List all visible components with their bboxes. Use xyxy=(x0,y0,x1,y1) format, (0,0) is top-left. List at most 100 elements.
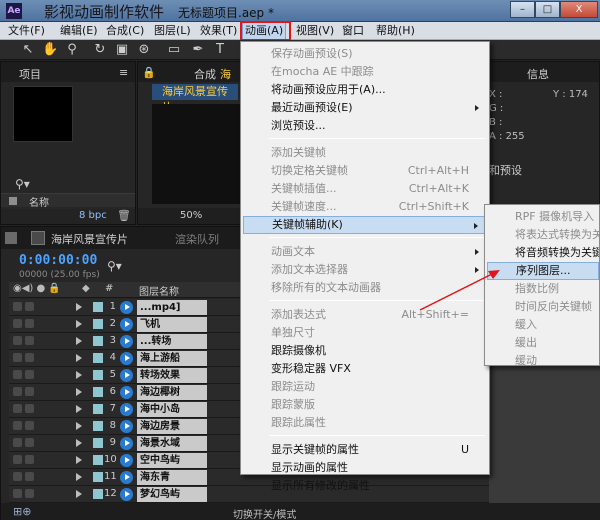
animation-menu-item[interactable]: 浏览预设... xyxy=(243,117,487,135)
animation-menu-item[interactable]: 最近动画预设(E) xyxy=(243,99,487,117)
keyframe-submenu-item[interactable]: 序列图层... xyxy=(487,262,599,280)
audio-switch-icon[interactable] xyxy=(25,438,34,447)
bit-depth-button[interactable]: 8 bpc xyxy=(79,210,107,221)
expand-layer-icon[interactable] xyxy=(76,337,82,345)
expand-layer-icon[interactable] xyxy=(76,371,82,379)
layer-name[interactable]: 转场效果 xyxy=(137,368,207,383)
menu-composition[interactable]: 合成(C) xyxy=(104,24,146,38)
comp-flowchart-icon[interactable]: ⊞⊕ xyxy=(13,505,31,518)
layer-label-color[interactable] xyxy=(93,370,103,380)
audio-switch-icon[interactable] xyxy=(25,404,34,413)
animation-menu-item[interactable]: 显示所有修改的属性 xyxy=(243,477,487,495)
layer-name[interactable]: 飞机 xyxy=(137,317,207,332)
expand-layer-icon[interactable] xyxy=(76,388,82,396)
hand-tool-icon[interactable]: ✋ xyxy=(42,42,58,58)
layer-name[interactable]: 海东青 xyxy=(137,470,207,485)
comp-name-field[interactable]: 海岸风景宣传片 xyxy=(152,84,238,114)
video-switch-icon[interactable] xyxy=(13,302,22,311)
trash-icon[interactable]: 🗑 xyxy=(117,209,131,222)
maximize-button[interactable]: □ xyxy=(535,1,560,18)
audio-switch-icon[interactable] xyxy=(25,455,34,464)
zoom-tool-icon[interactable]: ⚲ xyxy=(64,42,80,58)
layer-label-color[interactable] xyxy=(93,336,103,346)
audio-switch-icon[interactable] xyxy=(25,472,34,481)
menu-file[interactable]: 文件(F) xyxy=(6,24,47,38)
minimize-button[interactable]: – xyxy=(510,1,535,18)
render-queue-tab[interactable]: 渲染队列 xyxy=(175,231,219,247)
layer-name[interactable]: 海景水域 xyxy=(137,436,207,451)
audio-switch-icon[interactable] xyxy=(25,319,34,328)
audio-switch-icon[interactable] xyxy=(25,421,34,430)
menu-edit[interactable]: 编辑(E) xyxy=(58,24,100,38)
video-switch-icon[interactable] xyxy=(13,421,22,430)
expand-layer-icon[interactable] xyxy=(76,405,82,413)
expand-layer-icon[interactable] xyxy=(76,354,82,362)
camera-tool-icon[interactable]: ▣ xyxy=(114,42,130,58)
timeline-search-icon[interactable]: ⚲▾ xyxy=(107,259,122,273)
pan-behind-tool-icon[interactable]: ⊛ xyxy=(136,42,152,58)
video-switch-icon[interactable] xyxy=(13,472,22,481)
current-time-display[interactable]: 0:00:00:00 xyxy=(19,253,97,268)
menu-window[interactable]: 窗口 xyxy=(340,24,366,38)
layer-label-color[interactable] xyxy=(93,302,103,312)
animation-menu-item[interactable]: 关键帧辅助(K) xyxy=(243,216,487,234)
video-switch-icon[interactable] xyxy=(13,438,22,447)
layer-name[interactable]: 空中鸟屿 xyxy=(137,453,207,468)
layer-name[interactable]: 梦幻鸟屿 xyxy=(137,487,207,502)
pen-tool-icon[interactable]: ✒ xyxy=(190,42,206,58)
layer-name[interactable]: 海边房景 xyxy=(137,419,207,434)
toggle-switches-modes-button[interactable]: 切换开关/模式 xyxy=(233,506,296,520)
audio-switch-icon[interactable] xyxy=(25,370,34,379)
project-tab[interactable]: 项目 xyxy=(19,66,41,82)
layer-label-color[interactable] xyxy=(93,387,103,397)
expand-layer-icon[interactable] xyxy=(76,473,82,481)
keyframe-submenu-item[interactable]: 将音频转换为关键帧 xyxy=(487,244,599,262)
layer-label-color[interactable] xyxy=(93,319,103,329)
video-switch-icon[interactable] xyxy=(13,489,22,498)
close-button[interactable]: X xyxy=(560,1,598,18)
expand-layer-icon[interactable] xyxy=(76,490,82,498)
layer-name[interactable]: 海中小岛 xyxy=(137,402,207,417)
layer-label-color[interactable] xyxy=(93,353,103,363)
video-switch-icon[interactable] xyxy=(13,387,22,396)
lock-icon[interactable]: 🔒 xyxy=(142,66,156,79)
audio-switch-icon[interactable] xyxy=(25,489,34,498)
layer-name[interactable]: 海上游船 xyxy=(137,351,207,366)
name-column-header[interactable]: 名称 xyxy=(29,194,49,209)
menu-help[interactable]: 帮助(H) xyxy=(374,24,417,38)
menu-effect[interactable]: 效果(T) xyxy=(198,24,239,38)
video-switch-icon[interactable] xyxy=(13,336,22,345)
text-tool-icon[interactable]: T xyxy=(212,42,228,58)
expand-layer-icon[interactable] xyxy=(76,422,82,430)
menu-layer[interactable]: 图层(L) xyxy=(152,24,193,38)
zoom-dropdown[interactable]: 50% xyxy=(180,210,202,221)
expand-layer-icon[interactable] xyxy=(76,439,82,447)
layer-label-color[interactable] xyxy=(93,489,103,499)
expand-layer-icon[interactable] xyxy=(76,303,82,311)
close-tab-icon[interactable] xyxy=(5,232,17,244)
effects-presets-tab[interactable]: 和预设 xyxy=(489,162,522,178)
audio-switch-icon[interactable] xyxy=(25,353,34,362)
animation-menu-item[interactable]: 将动画预设应用于(A)... xyxy=(243,81,487,99)
layer-label-color[interactable] xyxy=(93,455,103,465)
animation-menu-item[interactable]: 显示关键帧的属性 U xyxy=(243,441,487,459)
info-tab[interactable]: 信息 xyxy=(527,66,549,82)
layer-label-color[interactable] xyxy=(93,472,103,482)
search-icon[interactable]: ⚲▾ xyxy=(15,177,30,191)
video-switch-icon[interactable] xyxy=(13,319,22,328)
timeline-tab-active[interactable]: 海岸风景宣传片 xyxy=(51,231,128,247)
audio-switch-icon[interactable] xyxy=(25,302,34,311)
layer-label-color[interactable] xyxy=(93,421,103,431)
animation-menu-item[interactable]: 变形稳定器 VFX xyxy=(243,360,487,378)
expand-layer-icon[interactable] xyxy=(76,320,82,328)
menu-view[interactable]: 视图(V) xyxy=(294,24,336,38)
panel-menu-icon[interactable]: ≡ xyxy=(119,66,128,79)
animation-menu-item[interactable]: 显示动画的属性 xyxy=(243,459,487,477)
expand-layer-icon[interactable] xyxy=(76,456,82,464)
comp-viewer[interactable] xyxy=(152,104,240,204)
animation-menu-item[interactable]: 跟踪摄像机 xyxy=(243,342,487,360)
layer-name[interactable]: 海边椰树 xyxy=(137,385,207,400)
audio-switch-icon[interactable] xyxy=(25,336,34,345)
video-switch-icon[interactable] xyxy=(13,455,22,464)
selection-tool-icon[interactable]: ↖ xyxy=(20,42,36,58)
